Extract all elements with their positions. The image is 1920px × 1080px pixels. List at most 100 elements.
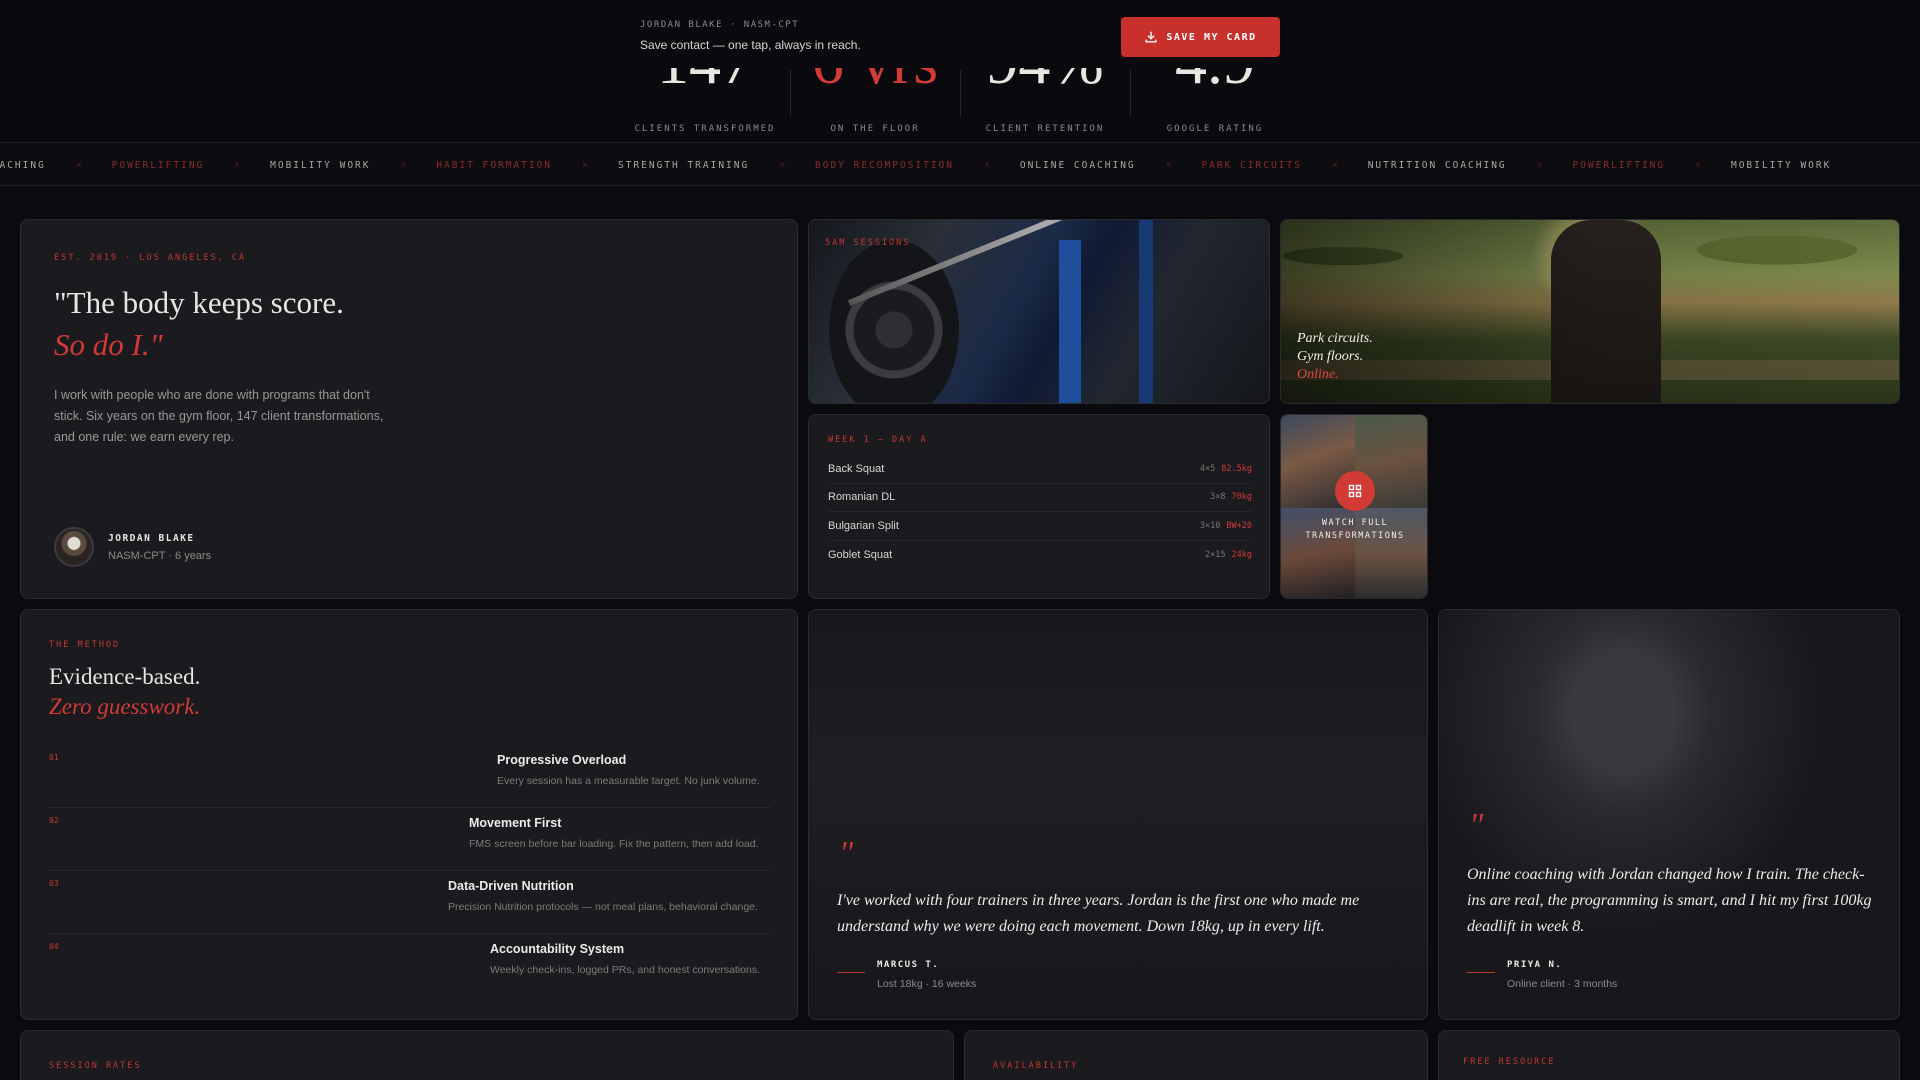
ticker-item: POWERLIFTING [1572,159,1666,171]
author-divider [1467,972,1495,973]
stat-label: ON THE FLOOR [830,124,920,134]
author-name: JORDAN BLAKE [108,532,195,544]
testimonial-name: MARCUS T. [877,960,940,970]
exercise-prescription: 3×10 BW+20 [1200,521,1252,531]
header: 147 CLIENTS TRANSFORMED 6 yrs ON THE FLO… [0,0,1920,142]
exercise-weight: BW+20 [1226,520,1252,531]
testimonial-background [1439,610,1899,1019]
author-divider [837,972,865,973]
free-resource-eyebrow: FREE RESOURCE [1463,1057,1556,1067]
step-number: 03 [49,879,59,888]
exercise-weight: 70kg [1231,492,1252,503]
workout-row: Romanian DL 3×8 70kg [828,484,1252,512]
step-title: Data-Driven Nutrition [448,879,574,893]
exercise-scheme: 3×10 [1199,520,1221,531]
ticker-item: ONLINE COACHING [1019,159,1136,171]
step-title: Progressive Overload [497,753,627,767]
stat-label: GOOGLE RATING [1166,124,1264,134]
photo-overlay [1281,220,1899,403]
park-caption-line1: Park circuits. [1297,331,1373,346]
specialties-ticker: ONLINE COACHING × POWERLIFTING × MOBILITY WO… [0,142,1920,186]
watch-label-line2: TRANSFORMATIONS [1305,531,1405,541]
save-contact-tagline: Save contact — one tap, always in reach. [640,38,861,52]
exercise-prescription: 2×15 24kg [1205,550,1252,560]
save-contact-bar: JORDAN BLAKE · NASM-CPT Save contact — o… [620,0,1300,68]
hero-bio: I work with people who are done with pro… [54,388,384,444]
testimonial-meta: Online client · 3 months [1507,978,1618,990]
method-step: 02 Movement First FMS screen before bar … [49,808,771,871]
workout-eyebrow: WEEK 1 — DAY A [828,435,928,445]
ticker-separator: × [400,159,407,171]
method-step: 04 Accountability System Weekly check-in… [49,934,771,997]
exercise-weight: 82.5kg [1221,463,1252,474]
method-eyebrow: THE METHOD [49,640,121,650]
step-body: Data-Driven Nutrition Precision Nutritio… [448,879,758,913]
step-desc: Every session has a measurable target. N… [497,775,760,787]
exercise-weight: 24kg [1231,549,1252,560]
ticker-separator: × [1165,159,1172,171]
step-body: Movement First FMS screen before bar loa… [469,816,759,850]
ticker-track: ONLINE COACHING × POWERLIFTING × MOBILITY WO… [0,143,1832,185]
ticker-separator: × [582,159,588,171]
testimonial-text: I've worked with four trainers in three … [837,892,1360,935]
ticker-separator: × [75,159,82,171]
method-card: THE METHOD Evidence-based. Zero guesswor… [20,609,798,1020]
exercise-scheme: 2×15 [1205,549,1226,560]
ticker-item: POWERLIFTING [111,159,205,171]
method-step: 03 Data-Driven Nutrition Precision Nutri… [49,871,771,934]
workout-card: WEEK 1 — DAY A Back Squat 4×5 82.5kg Roma… [808,414,1270,599]
testimonial-author: PRIYA N. Online client · 3 months [1467,960,1617,990]
quote-mark-icon: " [1469,807,1484,844]
ticker-separator: × [1536,159,1543,171]
exercise-name: Back Squat [828,462,885,475]
hero-quote: "The body keeps score. So do I." [54,282,344,366]
hero-author: JORDAN BLAKE NASM-CPT · 6 years [54,527,211,567]
method-title: Evidence-based. Zero guesswork. [49,662,200,722]
workout-list: Back Squat 4×5 82.5kg Romanian DL 3×8 70kg… [828,455,1252,569]
testimonial-author: MARCUS T. Lost 18kg · 16 weeks [837,960,976,990]
ticker-separator: × [984,159,990,171]
step-desc: FMS screen before bar loading. Fix the p… [469,838,759,850]
ticker-separator: × [779,159,786,171]
watch-label-line1: WATCH FULL [1321,518,1389,528]
ticker-separator: × [234,159,241,171]
method-steps: 01 Progressive Overload Every session ha… [49,745,771,997]
step-number: 04 [49,942,59,951]
rack-image [1139,220,1153,403]
ticker-separator: × [1695,159,1701,171]
ticker-item: MOBILITY WORK [270,159,371,171]
ticker-separator: × [1331,159,1338,171]
watch-transformations-button[interactable] [1335,471,1375,511]
save-my-card-label: SAVE MY CARD [1166,31,1257,43]
hero-eyebrow: EST. 2019 · LOS ANGELES, CA [54,253,247,263]
watch-transformations-label: WATCH FULL TRANSFORMATIONS [1281,517,1427,543]
exercise-prescription: 3×8 70kg [1210,492,1252,502]
step-body: Accountability System Weekly check-ins, … [490,942,760,976]
ticker-item: MOBILITY WORK [1730,159,1832,171]
exercise-scheme: 4×5 [1199,463,1216,474]
availability-eyebrow: AVAILABILITY [993,1061,1079,1071]
save-contact-info: JORDAN BLAKE · NASM-CPT Save contact — o… [640,20,861,52]
hero-card: EST. 2019 · LOS ANGELES, CA "The body ke… [20,219,798,599]
save-contact-name: JORDAN BLAKE · NASM-CPT [640,20,800,30]
park-photo-card: Park circuits. Gym floors. Online. [1280,219,1900,404]
ticker-item: BODY RECOMPOSITION [815,159,954,171]
step-desc: Weekly check-ins, logged PRs, and honest… [490,964,761,976]
testimonial-card: " Online coaching with Jordan changed ho… [1438,609,1900,1020]
rack-image [1059,240,1081,403]
workout-row: Back Squat 4×5 82.5kg [828,455,1252,484]
transformations-card[interactable]: WATCH FULL TRANSFORMATIONS [1280,414,1428,599]
stat-label: CLIENTS TRANSFORMED [634,124,776,134]
gym-photo-eyebrow: 5AM SESSIONS [825,238,911,248]
park-caption-line3: Online. [1297,367,1339,382]
save-my-card-button[interactable]: SAVE MY CARD [1121,17,1280,57]
step-body: Progressive Overload Every session has a… [497,753,760,787]
session-rates-card: SESSION RATES [20,1030,954,1080]
testimonial-card: " I've worked with four trainers in thre… [808,609,1428,1020]
testimonial-text: Online coaching with Jordan changed how … [1467,866,1872,935]
testimonial-background [809,610,1427,1019]
testimonial-meta: Lost 18kg · 16 weeks [877,978,977,990]
step-title: Accountability System [490,942,625,956]
workout-row: Goblet Squat 2×15 24kg [828,541,1252,570]
step-title: Movement First [469,816,562,830]
